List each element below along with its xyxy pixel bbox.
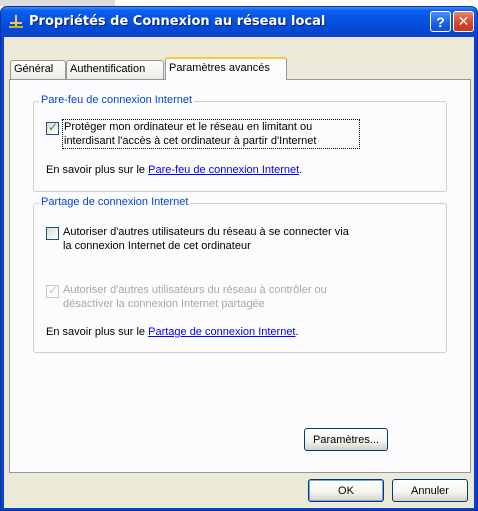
sharing-info-prefix: En savoir plus sur le: [46, 326, 149, 338]
help-button[interactable]: ?: [430, 11, 451, 32]
allow-control-line1: Autoriser d'autres utilisateurs du résea…: [63, 284, 327, 296]
allow-connect-checkbox[interactable]: [46, 227, 59, 240]
firewall-groupbox: Pare-feu de connexion Internet Protéger …: [33, 94, 447, 192]
firewall-label-line2: interdisant l'accès à cet ordinateur à p…: [64, 135, 317, 147]
allow-connect-line1: Autoriser d'autres utilisateurs du résea…: [63, 226, 349, 238]
dialog-client-area: Général Authentification Paramètres avan…: [4, 37, 474, 508]
tab-advanced-settings[interactable]: Paramètres avancés: [165, 57, 287, 80]
sharing-info-text: En savoir plus sur le Partage de connexi…: [46, 326, 299, 338]
sharing-legend: Partage de connexion Internet: [39, 196, 191, 208]
allow-control-label: Autoriser d'autres utilisateurs du résea…: [63, 283, 403, 311]
allow-connect-line2: la connexion Internet de cet ordinateur: [63, 240, 251, 252]
firewall-info-text: En savoir plus sur le Pare-feu de connex…: [46, 164, 302, 176]
allow-control-line2: désactiver la connexion Internet partagé…: [63, 298, 265, 310]
firewall-legend: Pare-feu de connexion Internet: [39, 94, 195, 106]
firewall-info-suffix: .: [299, 164, 303, 176]
cancel-button[interactable]: Annuler: [392, 479, 468, 502]
close-button[interactable]: ✕: [453, 11, 474, 32]
firewall-info-link[interactable]: Pare-feu de connexion Internet: [148, 164, 299, 176]
ok-button[interactable]: OK: [308, 479, 384, 502]
allow-control-checkbox: [46, 283, 59, 298]
sharing-info-suffix: .: [295, 326, 299, 338]
settings-button[interactable]: Paramètres...: [304, 428, 388, 451]
window-title: Propriétés de Connexion au réseau local: [29, 14, 326, 29]
sharing-info-link[interactable]: Partage de connexion Internet: [148, 326, 295, 338]
firewall-checkbox-label[interactable]: Protéger mon ordinateur et le réseau en …: [62, 119, 360, 149]
tab-general[interactable]: Général: [10, 60, 66, 79]
firewall-label-line1: Protéger mon ordinateur et le réseau en …: [64, 121, 313, 133]
tab-panel-advanced: Pare-feu de connexion Internet Protéger …: [9, 79, 471, 473]
firewall-info-prefix: En savoir plus sur le: [46, 164, 149, 176]
title-bar[interactable]: Propriétés de Connexion au réseau local …: [1, 7, 477, 37]
sharing-groupbox: Partage de connexion Internet Autoriser …: [33, 196, 447, 353]
properties-dialog: Propriétés de Connexion au réseau local …: [0, 6, 478, 511]
tab-authentication[interactable]: Authentification: [66, 60, 164, 79]
allow-connect-label[interactable]: Autoriser d'autres utilisateurs du résea…: [63, 225, 403, 253]
network-connection-icon: [9, 15, 23, 28]
firewall-checkbox[interactable]: [46, 120, 59, 135]
